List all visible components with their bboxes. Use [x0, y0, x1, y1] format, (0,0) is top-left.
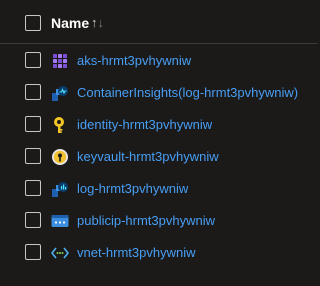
resource-link[interactable]: log-hrmt3pvhywniw	[77, 180, 188, 197]
key-vault-icon	[51, 148, 69, 166]
list-header: Name ↑↓	[0, 0, 318, 44]
row-checkbox[interactable]	[25, 148, 41, 164]
resource-list: Name ↑↓ aks-hrmt3pvhywniw ContainerInsig…	[0, 0, 318, 286]
resource-row: identity-hrmt3pvhywniw	[0, 108, 318, 140]
name-column-header[interactable]: Name	[51, 14, 89, 32]
row-checkbox[interactable]	[25, 180, 41, 196]
row-checkbox[interactable]	[25, 84, 41, 100]
resource-row: aks-hrmt3pvhywniw	[0, 44, 318, 76]
select-all-checkbox[interactable]	[25, 15, 41, 31]
resource-link[interactable]: ContainerInsights(log-hrmt3pvhywniw)	[77, 84, 298, 101]
resource-row: log-hrmt3pvhywniw	[0, 172, 318, 204]
row-checkbox[interactable]	[25, 116, 41, 132]
managed-identity-icon	[51, 116, 69, 134]
resource-link[interactable]: aks-hrmt3pvhywniw	[77, 52, 191, 69]
virtual-network-icon	[51, 244, 69, 262]
resource-link[interactable]: vnet-hrmt3pvhywniw	[77, 244, 196, 261]
container-insights-icon	[51, 84, 69, 102]
resource-row: ContainerInsights(log-hrmt3pvhywniw)	[0, 76, 318, 108]
log-analytics-icon	[51, 180, 69, 198]
resource-link[interactable]: keyvault-hrmt3pvhywniw	[77, 148, 219, 165]
row-checkbox[interactable]	[25, 212, 41, 228]
resource-row: publicip-hrmt3pvhywniw	[0, 204, 318, 236]
resource-row: keyvault-hrmt3pvhywniw	[0, 140, 318, 172]
kubernetes-icon	[51, 52, 69, 70]
row-checkbox[interactable]	[25, 52, 41, 68]
sort-ascending-icon[interactable]: ↑↓	[91, 14, 104, 32]
public-ip-icon	[51, 212, 69, 230]
resource-link[interactable]: publicip-hrmt3pvhywniw	[77, 212, 215, 229]
row-checkbox[interactable]	[25, 244, 41, 260]
resource-row: vnet-hrmt3pvhywniw	[0, 236, 318, 268]
resource-link[interactable]: identity-hrmt3pvhywniw	[77, 116, 212, 133]
